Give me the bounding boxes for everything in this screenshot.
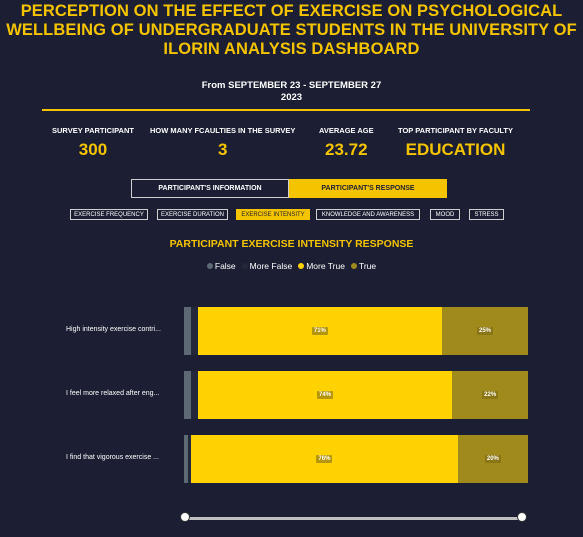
kpi-value: 3 — [217, 140, 228, 159]
participant-information-button[interactable]: PARTICIPANT'S INFORMATION — [131, 179, 289, 198]
category-label: I find that vigorous exercise ... — [66, 454, 159, 461]
bar-segment-false[interactable] — [184, 307, 191, 355]
category-label: High intensity exercise contri... — [66, 326, 161, 333]
header-divider — [42, 109, 530, 111]
slider-end-handle[interactable] — [517, 512, 527, 522]
tab-exercise-intensity[interactable]: EXERCISE INTENSITY — [236, 209, 310, 220]
kpi-faculties: HOW MANY FCAULTIES IN THE SURVEY 3 — [150, 126, 295, 160]
data-label: 25% — [476, 327, 494, 335]
bar-segment-more-false[interactable] — [190, 307, 198, 355]
legend-label: More False — [249, 261, 293, 271]
legend-label: True — [358, 261, 377, 271]
legend-dot-icon — [298, 263, 305, 269]
kpi-value: EDUCATION — [405, 140, 506, 159]
date-range-line: From SEPTEMBER 23 - SEPTEMBER 27 — [201, 80, 382, 91]
kpi-value: 300 — [78, 140, 108, 159]
tab-exercise-frequency[interactable]: EXERCISE FREQUENCY — [70, 209, 148, 220]
data-label: 20% — [484, 455, 501, 463]
legend-dot-icon — [350, 263, 357, 269]
kpi-top-faculty: TOP PARTICIPANT BY FACULTY EDUCATION — [398, 126, 513, 160]
tab-exercise-duration[interactable]: EXERCISE DURATION — [157, 209, 228, 220]
kpi-value: 23.72 — [325, 140, 368, 159]
data-label: 71% — [311, 327, 328, 335]
legend-item-false[interactable]: False — [206, 261, 236, 271]
tab-stress[interactable]: STRESS — [469, 209, 504, 220]
data-label: 74% — [317, 391, 334, 399]
kpi-survey-participant: SURVEY PARTICIPANT 300 — [52, 126, 134, 160]
category-label: I feel more relaxed after eng... — [66, 390, 160, 397]
date-range-year: 2023 — [280, 92, 303, 103]
tab-mood[interactable]: MOOD — [430, 209, 460, 220]
legend-item-true[interactable]: True — [350, 261, 377, 271]
legend-label: False — [214, 261, 236, 271]
slider-start-handle[interactable] — [180, 512, 190, 522]
date-range: From SEPTEMBER 23 - SEPTEMBER 27 2023 — [0, 80, 583, 104]
tab-knowledge-and-awareness[interactable]: KNOWLEDGE AND AWARENESS — [316, 209, 420, 220]
scroll-slider-track[interactable] — [184, 517, 522, 520]
chart-title: PARTICIPANT EXERCISE INTENSITY RESPONSE — [169, 238, 414, 250]
chart-legend: False More False More True True — [0, 261, 583, 271]
kpi-label: TOP PARTICIPANT BY FACULTY — [398, 126, 514, 135]
bar-segment-more-false[interactable] — [190, 371, 198, 419]
kpi-average-age: AVERAGE AGE 23.72 — [319, 126, 374, 160]
dashboard-title: PERCEPTION ON THE EFFECT OF EXERCISE ON … — [6, 2, 577, 58]
kpi-label: AVERAGE AGE — [319, 126, 374, 135]
data-label: 22% — [482, 391, 499, 399]
legend-dot-icon — [206, 263, 213, 269]
response-tabs: EXERCISE FREQUENCY EXERCISE DURATION EXE… — [0, 209, 583, 221]
kpi-label: SURVEY PARTICIPANT — [52, 126, 134, 135]
legend-item-more-false[interactable]: More False — [241, 261, 293, 271]
legend-item-more-true[interactable]: More True — [298, 261, 345, 271]
legend-label: More True — [306, 261, 345, 271]
kpi-label: HOW MANY FCAULTIES IN THE SURVEY — [150, 126, 296, 135]
bar-segment-false[interactable] — [184, 371, 191, 419]
legend-dot-icon — [241, 263, 248, 269]
data-label: 76% — [316, 455, 333, 463]
participant-response-button[interactable]: PARTICIPANT'S RESPONSE — [289, 179, 447, 198]
